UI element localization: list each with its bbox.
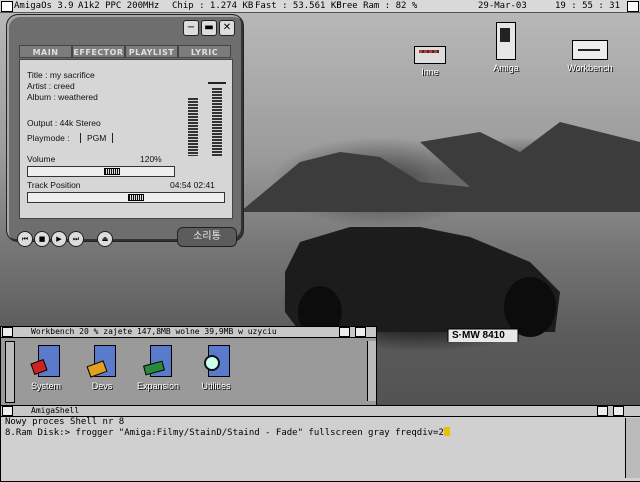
shell-title: AmigaShell xyxy=(31,406,80,415)
car-wheel-rear xyxy=(504,277,556,337)
vu-peak-marker xyxy=(208,82,226,84)
free-ram: Free Ram : 82 % xyxy=(336,1,418,11)
desktop-icon-amiga[interactable]: Amiga xyxy=(476,22,536,73)
depth-button[interactable] xyxy=(613,406,624,416)
track-position-label: Track Position xyxy=(27,180,81,190)
music-player-window: − ▬ ✕ MAIN EFFECTOR PLAYLIST LYRIC Title… xyxy=(6,14,244,247)
play-button[interactable]: ▶ xyxy=(51,231,67,247)
volume-label: Volume xyxy=(27,154,56,164)
cpu-info: A1k2 PPC 200MHz xyxy=(78,1,160,11)
vertical-scrollbar[interactable] xyxy=(5,341,15,403)
next-button[interactable]: ⏭ xyxy=(68,231,84,247)
workbench-title-bar[interactable]: Workbench 20 % zajete 147,8MB wolne 39,9… xyxy=(1,327,376,338)
right-scrollbar[interactable] xyxy=(367,341,376,401)
fast-mem: Fast : 53.561 KB xyxy=(255,1,342,11)
license-plate-text: S·MW 8410 xyxy=(452,330,505,341)
depth-button[interactable] xyxy=(355,327,366,337)
shell-output-line: Nowy proces Shell nr 8 xyxy=(5,417,125,427)
drawer-system[interactable]: System xyxy=(21,345,71,391)
tower-icon xyxy=(496,22,516,60)
output-info: Output : 44k Stereo xyxy=(27,118,101,128)
vu-meter-right xyxy=(212,88,222,156)
volume-value: 120% xyxy=(140,154,162,164)
close-button[interactable] xyxy=(2,406,13,416)
workbench-title: Workbench 20 % zajete 147,8MB wolne 39,9… xyxy=(31,327,277,336)
desktop-icon-inne[interactable]: Inne xyxy=(400,40,460,77)
eject-button[interactable]: ⏏ xyxy=(97,231,113,247)
date: 29-Mar-03 xyxy=(478,1,527,11)
track-artist: Artist : creed xyxy=(27,81,75,91)
tab-playlist[interactable]: PLAYLIST xyxy=(125,45,178,58)
tab-lyric[interactable]: LYRIC xyxy=(178,45,231,58)
prev-button[interactable]: ⏮ xyxy=(17,231,33,247)
desktop-icon-label: Workbench xyxy=(567,63,613,73)
drawer-label: Utilities xyxy=(201,381,231,391)
track-album: Album : weathered xyxy=(27,92,98,102)
utilities-drawer-icon xyxy=(200,345,232,379)
system-drawer-icon xyxy=(30,345,62,379)
tab-effector[interactable]: EFFECTOR xyxy=(72,45,125,58)
text-cursor xyxy=(443,427,450,436)
drawer-expansion[interactable]: Expansion xyxy=(133,345,183,391)
stop-button[interactable]: ■ xyxy=(34,231,50,247)
shell-command-line[interactable]: 8.Ram Disk:> frogger "Amiga:Filmy/StainD… xyxy=(5,427,450,438)
devs-drawer-icon xyxy=(86,345,118,379)
player-tabs: MAIN EFFECTOR PLAYLIST LYRIC xyxy=(19,45,231,58)
drawer-devs[interactable]: Devs xyxy=(77,345,127,391)
screen-depth-button[interactable] xyxy=(1,1,13,12)
track-time: 04:54 02:41 xyxy=(170,180,215,190)
track-position-knob[interactable] xyxy=(128,194,144,201)
rock-formation xyxy=(240,122,640,212)
zoom-button[interactable] xyxy=(339,327,350,337)
desktop-icon-workbench[interactable]: Workbench xyxy=(560,36,620,73)
drawer-label: System xyxy=(30,381,61,391)
zoom-button[interactable] xyxy=(597,406,608,416)
shell-title-bar[interactable]: AmigaShell xyxy=(1,406,640,417)
volume-knob[interactable] xyxy=(104,168,120,175)
drawer-icon xyxy=(414,46,446,64)
drawer-label: Devs xyxy=(91,381,113,391)
tab-main[interactable]: MAIN xyxy=(19,45,72,58)
expansion-drawer-icon xyxy=(142,345,174,379)
player-logo: 소리통 xyxy=(177,227,237,247)
restore-button[interactable]: ▬ xyxy=(201,20,217,36)
track-position-slider[interactable] xyxy=(27,192,225,203)
minimize-button[interactable]: − xyxy=(183,20,199,36)
clock: 19 : 55 : 31 xyxy=(555,1,621,11)
playmode-value[interactable]: PGM xyxy=(80,133,114,143)
desktop-icon-label: Inne xyxy=(421,67,439,77)
drawer-utilities[interactable]: Utilities xyxy=(191,345,241,391)
os-version: AmigaOs 3.9 xyxy=(14,1,74,11)
close-button[interactable]: ✕ xyxy=(219,20,235,36)
track-title: Title : my sacrifice xyxy=(27,70,95,80)
amigashell-window: AmigaShell Nowy proces Shell nr 8 8.Ram … xyxy=(0,405,640,482)
workbench-window: Workbench 20 % zajete 147,8MB wolne 39,9… xyxy=(0,326,377,406)
drawer-label: Expansion xyxy=(136,381,180,391)
disk-drive-icon xyxy=(572,40,608,60)
shell-scrollbar[interactable] xyxy=(625,418,640,478)
shell-command-text: 8.Ram Disk:> frogger "Amiga:Filmy/StainD… xyxy=(5,428,444,438)
screen-front-button[interactable] xyxy=(627,1,639,12)
player-display: Title : my sacrifice Artist : creed Albu… xyxy=(19,59,233,219)
close-button[interactable] xyxy=(2,327,13,337)
chip-mem: Chip : 1.274 KB xyxy=(172,1,254,11)
volume-slider[interactable] xyxy=(27,166,175,177)
desktop-icon-label: Amiga xyxy=(493,63,519,73)
playmode-label: Playmode : xyxy=(27,133,70,143)
vu-meter-left xyxy=(188,98,198,156)
